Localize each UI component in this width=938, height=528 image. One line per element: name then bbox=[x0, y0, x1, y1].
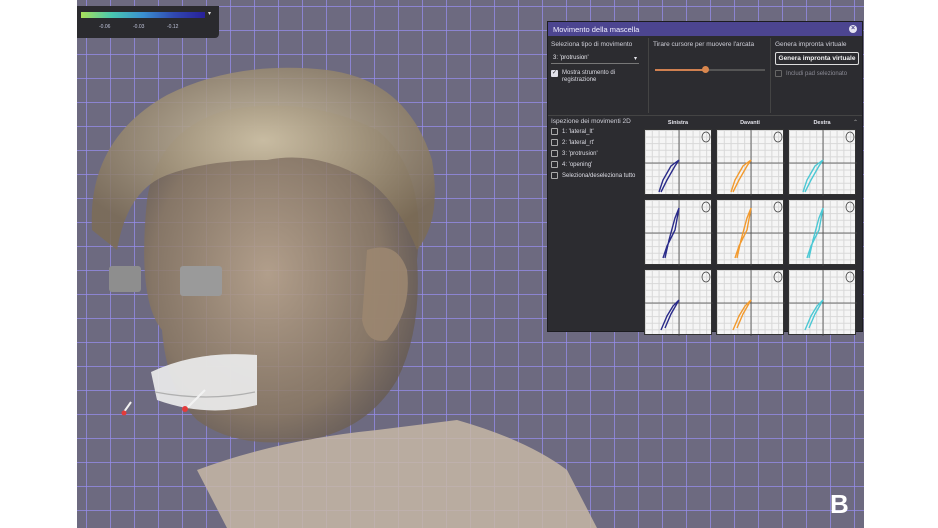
section-divider bbox=[548, 115, 862, 116]
movement-checkbox[interactable] bbox=[551, 161, 558, 168]
figure-panel-letter: B bbox=[830, 489, 849, 519]
colorbar-menu-icon[interactable]: ▾ bbox=[208, 10, 211, 17]
ear-view-icon bbox=[701, 131, 711, 143]
movement-checkbox[interactable] bbox=[551, 128, 558, 135]
movement-type-section: Seleziona tipo di movimento 3: 'protrusi… bbox=[551, 38, 645, 113]
movement-plot bbox=[789, 200, 857, 266]
movement-plot-cell bbox=[788, 199, 857, 266]
movement-type-value: 3: 'protrusion' bbox=[553, 55, 589, 61]
show-tool-checkbox-row[interactable]: ✓ Mostra strumento di registrazione bbox=[551, 70, 645, 84]
movement-checkbox[interactable] bbox=[551, 150, 558, 157]
movement-label: 2: 'lateral_rt' bbox=[562, 139, 595, 146]
tool-point bbox=[182, 406, 188, 412]
colorbar-tick: -0.12 bbox=[167, 24, 179, 30]
column-header-front: Davanti bbox=[740, 120, 760, 126]
close-icon[interactable]: × bbox=[849, 25, 857, 33]
movement-plot bbox=[789, 270, 857, 336]
movement-label: 3: 'protrusion' bbox=[562, 150, 598, 157]
movement-plot-cell bbox=[644, 199, 713, 266]
movement-plot bbox=[789, 130, 857, 196]
arch-slider[interactable] bbox=[653, 66, 765, 74]
movement-plot-cell bbox=[788, 129, 857, 196]
panel-title: Movimento della mascella bbox=[553, 24, 640, 34]
dental-arch bbox=[151, 354, 257, 411]
movement-trace bbox=[802, 159, 824, 193]
virtual-label: Genera impronta virtuale bbox=[775, 41, 847, 48]
deviation-colorbar: ▾ -0.06 -0.03 -0.12 bbox=[77, 6, 219, 38]
movement-plot-cell bbox=[716, 199, 785, 266]
head-profile-icon bbox=[773, 271, 783, 283]
movement-label: 1: 'lateral_lt' bbox=[562, 128, 594, 135]
skull-front-icon bbox=[773, 201, 783, 213]
movement-checkbox[interactable] bbox=[551, 139, 558, 146]
movement-trace bbox=[658, 159, 680, 193]
ear-view-icon bbox=[773, 131, 783, 143]
select-all-label: Seleziona/deseleziona tutto bbox=[562, 172, 636, 179]
movement-item[interactable]: 3: 'protrusion' bbox=[551, 149, 643, 158]
column-header-right: Destra bbox=[813, 120, 831, 126]
include-pad-checkbox bbox=[775, 70, 782, 77]
colorbar-gradient bbox=[81, 12, 205, 18]
movement-trace bbox=[804, 299, 824, 331]
inspection-label: Ispezione dei movimenti 2D bbox=[551, 118, 631, 125]
panel-titlebar: Movimento della mascella × bbox=[548, 22, 862, 36]
movement-item[interactable]: 1: 'lateral_lt' bbox=[551, 127, 643, 136]
movement-plot bbox=[645, 130, 713, 196]
include-pad-label: Includi pad selezionato bbox=[786, 70, 848, 77]
movement-plot bbox=[717, 200, 785, 266]
head-profile-icon bbox=[845, 271, 855, 283]
skull-front-icon bbox=[701, 201, 711, 213]
head-profile-icon bbox=[701, 271, 711, 283]
jaw-movement-panel: Movimento della mascella × Seleziona tip… bbox=[547, 21, 863, 336]
movement-inspection-section: Ispezione dei movimenti 2D 1: 'lateral_l… bbox=[551, 118, 643, 180]
figure-frame: ▾ -0.06 -0.03 -0.12 Movimento della masc… bbox=[0, 0, 938, 528]
arch-slider-section: Tirare cursore per muovere l'arcata bbox=[648, 38, 768, 113]
movement-item[interactable]: 2: 'lateral_rt' bbox=[551, 138, 643, 147]
ear-view-icon bbox=[845, 131, 855, 143]
movement-item[interactable]: 4: 'opening' bbox=[551, 160, 643, 169]
select-all-checkbox[interactable] bbox=[551, 172, 558, 179]
movement-plot bbox=[645, 200, 713, 266]
movement-label: 4: 'opening' bbox=[562, 161, 593, 168]
movement-plot-cell bbox=[788, 269, 857, 336]
movement-plot bbox=[645, 270, 713, 336]
virtual-impression-section: Genera impronta virtuale Genera impronta… bbox=[770, 38, 860, 113]
movement-plot-cell bbox=[716, 269, 785, 336]
movement-plot-cell bbox=[716, 129, 785, 196]
movement-type-label: Seleziona tipo di movimento bbox=[551, 41, 633, 48]
select-all-item[interactable]: Seleziona/deseleziona tutto bbox=[551, 171, 643, 180]
generate-impression-button[interactable]: Genera impronta virtuale bbox=[775, 52, 859, 65]
movement-plot bbox=[717, 270, 785, 336]
eye-mask-left bbox=[109, 266, 141, 292]
slider-label: Tirare cursore per muovere l'arcata bbox=[653, 41, 755, 48]
movement-plot-cell bbox=[644, 129, 713, 196]
movement-plot bbox=[717, 130, 785, 196]
movement-trace bbox=[660, 299, 680, 331]
include-pad-checkbox-row: Includi pad selezionato bbox=[775, 70, 860, 77]
chevron-down-icon: ▾ bbox=[633, 55, 637, 62]
colorbar-tick: -0.03 bbox=[133, 24, 145, 30]
show-tool-checkbox[interactable]: ✓ bbox=[551, 70, 558, 77]
colorbar-tick: -0.06 bbox=[99, 24, 111, 30]
eye-mask-right bbox=[180, 266, 222, 296]
show-tool-label: Mostra strumento di registrazione bbox=[562, 70, 616, 83]
movement-plot-cell bbox=[644, 269, 713, 336]
movement-trace bbox=[732, 299, 752, 331]
slider-handle[interactable] bbox=[701, 66, 709, 73]
skull-front-icon bbox=[845, 201, 855, 213]
movement-plots-grid: Sinistra Davanti Destra bbox=[644, 118, 862, 336]
movement-type-select[interactable]: 3: 'protrusion' ▾ bbox=[551, 53, 639, 64]
column-header-left: Sinistra bbox=[667, 120, 689, 126]
movement-trace bbox=[730, 159, 752, 193]
slider-fill bbox=[655, 69, 705, 71]
